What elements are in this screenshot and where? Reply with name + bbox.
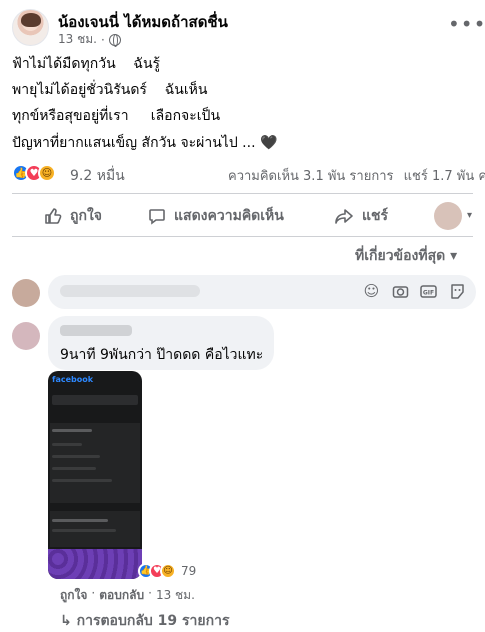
divider [12, 236, 473, 237]
comment-share-counts: ความคิดเห็น 3.1 พัน รายการ แชร์ 1.7 พัน … [228, 165, 485, 186]
my-avatar[interactable] [12, 279, 40, 307]
comment-button[interactable]: แสดงความคิดเห็น [148, 205, 284, 227]
separator: · [91, 586, 96, 600]
post-line-1: ฟ้าไม่ได้มืดทุกวัน ฉันรู้ [12, 56, 161, 72]
mini-line [52, 429, 92, 432]
mini-post-card [50, 423, 140, 503]
meta-separator: · [100, 32, 105, 47]
separator: · [148, 586, 152, 600]
comment-filter-dropdown[interactable]: ที่เกี่ยวข้องที่สุด ▾ [355, 245, 457, 267]
care-reaction-icon: ☺ [38, 164, 56, 182]
mini-line [52, 455, 100, 458]
comment-reaction-count: 79 [181, 564, 197, 578]
post-line-4: ปัญหาที่ยากแสนเข็ญ สักวัน จะผ่านไป ... 🖤 [12, 135, 278, 151]
comment-reactions[interactable]: 👍 ♥ ☺ 79 [138, 563, 197, 579]
facebook-logo-icon: facebook [52, 375, 94, 384]
post-as-avatar[interactable] [434, 202, 472, 230]
comment-time[interactable]: 13 ชม. [156, 586, 195, 605]
gif-icon[interactable]: GIF [420, 283, 437, 300]
comment-text: 9นาที 9พันกว่า ป๊าดดด คือไวแทะ [60, 347, 264, 363]
commenter-name-blurred[interactable] [60, 325, 132, 336]
like-button[interactable]: ถูกใจ [44, 205, 102, 227]
comment-like-button[interactable]: ถูกใจ [60, 586, 87, 605]
comment-image-attachment[interactable]: facebook [48, 371, 142, 579]
mini-line [52, 519, 108, 522]
purple-pattern-banner [48, 549, 142, 579]
view-replies-link[interactable]: ↳ การตอบกลับ 19 รายการ [60, 610, 229, 632]
haha-reaction-icon: ☺ [160, 563, 176, 579]
svg-text:GIF: GIF [423, 290, 434, 297]
comment-actions: ถูกใจ · ตอบกลับ · 13 ชม. [60, 586, 195, 605]
share-icon [335, 209, 353, 224]
commenter-avatar[interactable] [12, 322, 40, 350]
mini-nav-bar [52, 395, 138, 405]
post-meta: 13 ชม. · [58, 30, 121, 49]
mini-line [52, 443, 82, 446]
post-line-2: พายุไม่ได้อยู่ชั่วนิรันดร์ ฉันเห็น [12, 82, 208, 98]
mini-line [52, 529, 116, 532]
comment-reply-button[interactable]: ตอบกลับ [99, 586, 144, 605]
comment-count[interactable]: ความคิดเห็น 3.1 พัน รายการ [228, 169, 393, 184]
author-avatar[interactable] [12, 9, 49, 46]
post-time[interactable]: 13 ชม. [58, 30, 97, 49]
like-button-label: ถูกใจ [70, 208, 102, 224]
share-button[interactable]: แชร์ [334, 205, 388, 227]
comment-input-placeholder-blurred [60, 285, 200, 297]
reaction-count[interactable]: 9.2 หมื่น [70, 165, 125, 187]
camera-icon[interactable] [392, 283, 409, 300]
share-count[interactable]: แชร์ 1.7 พัน ครั้ง [404, 169, 485, 184]
emoji-icon[interactable]: ☺ [363, 283, 380, 300]
post-line-3: ทุกข์หรือสุขอยู่ที่เรา เลือกจะเป็น [12, 108, 221, 124]
reaction-icons[interactable]: 👍 ♥ ☺ [12, 164, 56, 182]
divider [12, 193, 473, 194]
thumbs-up-icon [45, 208, 62, 224]
comment-button-label: แสดงความคิดเห็น [174, 208, 284, 224]
sticker-icon[interactable] [449, 283, 466, 300]
globe-icon [108, 33, 121, 47]
mini-line [52, 467, 96, 470]
mini-line [52, 479, 112, 482]
share-button-label: แชร์ [362, 208, 389, 224]
more-options-icon[interactable]: ••• [448, 12, 485, 36]
comment-icon [149, 209, 165, 225]
